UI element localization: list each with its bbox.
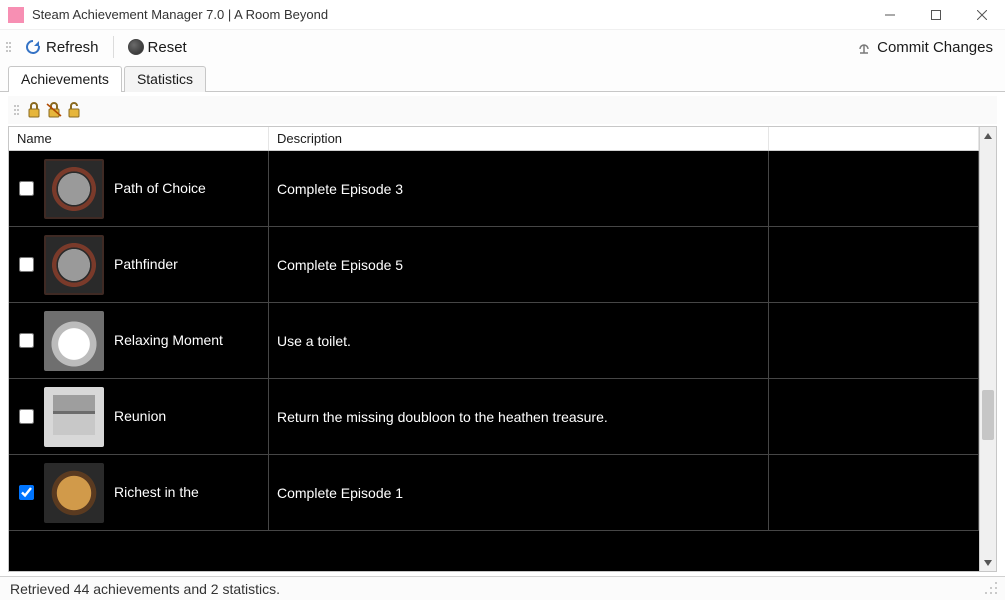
invert-locks-icon[interactable] (46, 101, 62, 119)
achievements-table: Name Description Path of Choice Complete … (8, 126, 997, 572)
achievement-icon (44, 311, 104, 371)
cell-name: Richest in the (9, 455, 269, 530)
cell-empty (769, 379, 979, 454)
maximize-button[interactable] (913, 0, 959, 30)
table-row[interactable]: Relaxing Moment Use a toilet. (9, 303, 979, 379)
column-header-name-label: Name (17, 131, 52, 146)
table-row[interactable]: Richest in the Complete Episode 1 (9, 455, 979, 531)
achievement-checkbox[interactable] (19, 181, 34, 196)
achievement-name: Richest in the (114, 484, 199, 502)
cell-name: Relaxing Moment (9, 303, 269, 378)
reset-label: Reset (148, 39, 187, 56)
cell-name: Pathfinder (9, 227, 269, 302)
cell-empty (769, 151, 979, 226)
refresh-icon (24, 38, 42, 56)
column-header-description[interactable]: Description (269, 127, 769, 150)
cell-empty (769, 455, 979, 530)
commit-icon (855, 38, 873, 56)
tab-achievements-label: Achievements (21, 71, 109, 87)
title-bar: Steam Achievement Manager 7.0 | A Room B… (0, 0, 1005, 30)
achievement-checkbox[interactable] (19, 257, 34, 272)
cell-empty (769, 227, 979, 302)
toolbar-grip (6, 36, 12, 58)
cell-description: Complete Episode 3 (269, 151, 769, 226)
tab-achievements[interactable]: Achievements (8, 66, 122, 92)
minimize-button[interactable] (867, 0, 913, 30)
table-body: Path of ChoiceComplete Episode 3Pathfind… (9, 151, 979, 571)
scrollbar-thumb[interactable] (982, 390, 994, 440)
close-button[interactable] (959, 0, 1005, 30)
achievement-icon (44, 235, 104, 295)
achievement-name: Relaxing Moment (114, 332, 223, 350)
cell-name: Reunion (9, 379, 269, 454)
tab-statistics[interactable]: Statistics (124, 66, 206, 92)
toolbar-grip (14, 99, 20, 121)
resize-grip-icon[interactable] (985, 582, 999, 596)
cell-description: Complete Episode 5 (269, 227, 769, 302)
achievement-checkbox[interactable] (19, 485, 34, 500)
achievement-icon (44, 387, 104, 447)
window-title: Steam Achievement Manager 7.0 | A Room B… (32, 7, 867, 22)
table-row[interactable]: Pathfinder Complete Episode 5 (9, 227, 979, 303)
lock-toolbar (8, 96, 997, 124)
column-header-name[interactable]: Name (9, 127, 269, 150)
tab-bar: Achievements Statistics (0, 64, 1005, 92)
achievement-name: Path of Choice (114, 180, 206, 198)
scrollbar-track[interactable] (980, 144, 996, 554)
status-bar: Retrieved 44 achievements and 2 statisti… (0, 576, 1005, 600)
achievement-checkbox[interactable] (19, 409, 34, 424)
app-icon (8, 7, 24, 23)
achievement-checkbox[interactable] (19, 333, 34, 348)
toolbar-separator (113, 36, 114, 58)
vertical-scrollbar[interactable] (979, 127, 996, 571)
reset-button[interactable]: Reset (122, 36, 193, 59)
scroll-down-arrow-icon[interactable] (980, 554, 996, 571)
refresh-label: Refresh (46, 39, 99, 56)
cell-description: Complete Episode 1 (269, 455, 769, 530)
lock-all-icon[interactable] (26, 101, 42, 119)
column-header-empty (769, 127, 979, 150)
achievement-icon (44, 159, 104, 219)
main-toolbar: Refresh Reset Commit Changes (0, 30, 1005, 64)
table-row[interactable]: Reunion Return the missing doubloon to th… (9, 379, 979, 455)
commit-label: Commit Changes (877, 39, 993, 56)
status-text: Retrieved 44 achievements and 2 statisti… (10, 581, 280, 597)
column-header-description-label: Description (277, 131, 342, 146)
cell-description: Return the missing doubloon to the heath… (269, 379, 769, 454)
reset-icon (128, 39, 144, 55)
cell-name: Path of Choice (9, 151, 269, 226)
achievement-name: Pathfinder (114, 256, 178, 274)
unlock-all-icon[interactable] (66, 101, 82, 119)
refresh-button[interactable]: Refresh (18, 35, 105, 59)
cell-empty (769, 303, 979, 378)
commit-changes-button[interactable]: Commit Changes (849, 35, 999, 59)
tab-statistics-label: Statistics (137, 71, 193, 87)
table-header-row: Name Description (9, 127, 979, 151)
cell-description: Use a toilet. (269, 303, 769, 378)
achievement-icon (44, 463, 104, 523)
scroll-up-arrow-icon[interactable] (980, 127, 996, 144)
table-row[interactable]: Path of Choice Complete Episode 3 (9, 151, 979, 227)
achievement-name: Reunion (114, 408, 166, 426)
